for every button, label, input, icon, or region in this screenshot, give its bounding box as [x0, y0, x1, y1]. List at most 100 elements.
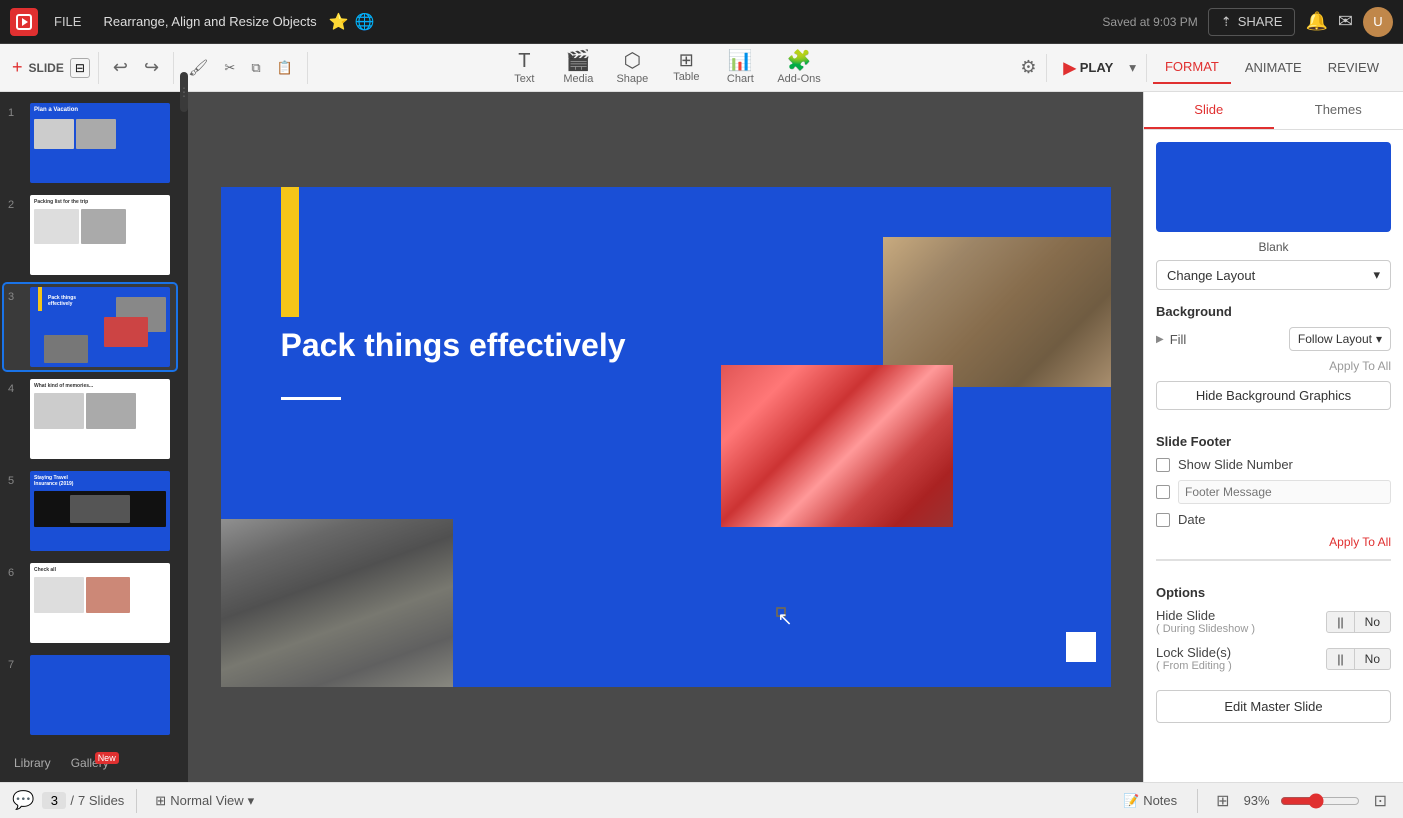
slide-title[interactable]: Pack things effectively: [281, 327, 626, 364]
hide-slide-sub-label: ( During Slideshow ): [1156, 623, 1255, 635]
date-checkbox[interactable]: [1156, 513, 1170, 527]
media-tool-button[interactable]: 🎬 Media: [553, 46, 603, 90]
lock-slides-option: Lock Slide(s) ( From Editing ) || No: [1156, 645, 1391, 672]
play-button[interactable]: ▶ PLAY: [1053, 52, 1123, 84]
redo-button[interactable]: ↪: [138, 53, 165, 82]
chart-tool-button[interactable]: 📊 Chart: [715, 46, 765, 90]
slide-thumbnail-4[interactable]: 4 What kind of memories...: [4, 376, 176, 462]
settings-icon[interactable]: ⚙: [1016, 53, 1040, 82]
edit-master-slide-button[interactable]: Edit Master Slide: [1156, 690, 1391, 723]
zoom-fit-button[interactable]: ⊡: [1370, 787, 1391, 815]
lock-slides-toggle-ii[interactable]: ||: [1326, 648, 1354, 670]
globe-icon[interactable]: 🌐: [355, 12, 375, 32]
footer-message-checkbox[interactable]: [1156, 485, 1170, 499]
normal-view-button[interactable]: ⊞ Normal View ▾: [149, 789, 260, 813]
slide-preview-4: What kind of memories...: [30, 379, 170, 459]
text-tool-button[interactable]: T Text: [499, 46, 549, 90]
divider-1: [136, 789, 137, 813]
divider-2: [1197, 789, 1198, 813]
slide-number-3: 3: [8, 287, 24, 303]
slide-number-2: 2: [8, 195, 24, 211]
fabric-image[interactable]: [221, 519, 453, 687]
lock-slides-labels: Lock Slide(s) ( From Editing ): [1156, 645, 1232, 672]
view-icon: ⊞: [155, 793, 166, 809]
undo-button[interactable]: ↩: [107, 53, 134, 82]
comment-icon[interactable]: 💬: [12, 790, 34, 811]
slide-counter: / 7 Slides: [42, 792, 124, 809]
hide-background-graphics-button[interactable]: Hide Background Graphics: [1156, 381, 1391, 410]
lock-slides-toggle: || No: [1326, 648, 1391, 670]
add-slide-icon[interactable]: +: [12, 57, 23, 78]
copy-button[interactable]: ⧉: [245, 56, 266, 80]
apply-to-all-red-link[interactable]: Apply To All: [1156, 535, 1391, 549]
shape-tool-button[interactable]: ⬡ Shape: [607, 46, 657, 90]
bookmark-icon[interactable]: ⭐: [329, 12, 349, 32]
slide-canvas[interactable]: Pack things effectively ↖: [221, 187, 1111, 687]
slide-thumbnail-3[interactable]: 3 Pack thingseffectively: [4, 284, 176, 370]
follow-layout-arrow-icon: ▾: [1376, 332, 1382, 346]
slide-preview-2: Packing list for the trip: [30, 195, 170, 275]
slide-thumbnail-6[interactable]: 6 Check all: [4, 560, 176, 646]
save-status: Saved at 9:03 PM: [1102, 15, 1197, 29]
slide-thumbnail-2[interactable]: 2 Packing list for the trip: [4, 192, 176, 278]
slide-thumbnail-1[interactable]: 1 Plan a Vacation: [4, 100, 176, 186]
addons-tool-button[interactable]: 🧩 Add-Ons: [769, 46, 828, 90]
slide-preview-1: Plan a Vacation: [30, 103, 170, 183]
hide-slide-toggle-no[interactable]: No: [1355, 611, 1391, 633]
fill-dropdown-button[interactable]: Follow Layout ▾: [1289, 327, 1391, 351]
fill-toggle[interactable]: ▶ Fill: [1156, 332, 1186, 347]
footer-message-input[interactable]: [1178, 480, 1391, 504]
review-tab-button[interactable]: REVIEW: [1316, 52, 1391, 83]
user-avatar[interactable]: U: [1363, 7, 1393, 37]
slide-number-input[interactable]: [42, 792, 66, 809]
slide-text: SLIDE: [29, 61, 64, 75]
slide-tab[interactable]: Slide: [1144, 92, 1274, 129]
slide-thumbnail-5[interactable]: 5 Staying TravelInsurance (2019): [4, 468, 176, 554]
slide-thumbnail-7[interactable]: 7: [4, 652, 176, 738]
normal-view-label: Normal View: [170, 793, 243, 808]
slide-number-1: 1: [8, 103, 24, 119]
cut-button[interactable]: ✂: [218, 56, 241, 80]
share-button[interactable]: ⇡ SHARE: [1208, 8, 1296, 36]
bottom-right: 📝 Notes ⊞ 93% ⊡: [1117, 787, 1391, 815]
normal-view-arrow-icon: ▾: [248, 793, 255, 809]
resize-handle[interactable]: ⋮: [180, 72, 188, 112]
file-menu-button[interactable]: FILE: [46, 10, 89, 33]
addons-label: Add-Ons: [777, 73, 820, 85]
change-layout-button[interactable]: Change Layout ▾: [1156, 260, 1391, 290]
hide-slide-labels: Hide Slide ( During Slideshow ): [1156, 608, 1255, 635]
mail-icon[interactable]: ✉: [1338, 11, 1353, 32]
fit-button[interactable]: ⊞: [1212, 787, 1233, 815]
options-section: Options Hide Slide ( During Slideshow ) …: [1156, 559, 1391, 672]
show-slide-number-checkbox[interactable]: [1156, 458, 1170, 472]
apply-to-all-link[interactable]: Apply To All: [1156, 359, 1391, 373]
white-square-element[interactable]: [1066, 632, 1096, 662]
paste-button[interactable]: 📋: [271, 56, 299, 80]
slide-view-toggle[interactable]: ⊟: [70, 58, 90, 78]
pills-image[interactable]: [721, 365, 953, 527]
format-tab-button[interactable]: FORMAT: [1153, 51, 1231, 84]
editor-area: Pack things effectively ↖: [188, 92, 1143, 782]
notes-button[interactable]: 📝 Notes: [1117, 789, 1183, 813]
date-label-text: Date: [1178, 512, 1205, 527]
lock-slides-toggle-no[interactable]: No: [1355, 648, 1391, 670]
play-dropdown-button[interactable]: ▾: [1125, 56, 1140, 80]
zoom-slider[interactable]: [1280, 793, 1360, 809]
themes-tab[interactable]: Themes: [1274, 92, 1403, 129]
chart-icon: 📊: [728, 51, 753, 71]
animate-tab-button[interactable]: ANIMATE: [1233, 52, 1314, 83]
layout-preview: [1156, 142, 1391, 232]
table-tool-button[interactable]: ⊞ Table: [661, 46, 711, 90]
right-panel: Slide Themes Blank Change Layout ▾ Backg…: [1143, 92, 1403, 782]
gallery-tab[interactable]: Gallery New: [61, 752, 119, 774]
hide-slide-label: Hide Slide: [1156, 608, 1255, 623]
media-label: Media: [563, 73, 593, 85]
fabric-image-content: [221, 519, 453, 687]
show-slide-number-label: Show Slide Number: [1178, 457, 1293, 472]
shape-icon: ⬡: [624, 51, 641, 71]
notifications-icon[interactable]: 🔔: [1305, 11, 1327, 32]
library-tab[interactable]: Library: [4, 752, 61, 774]
panel-tabs: Slide Themes: [1144, 92, 1403, 130]
slide-preview-5: Staying TravelInsurance (2019): [30, 471, 170, 551]
hide-slide-toggle-ii[interactable]: ||: [1326, 611, 1354, 633]
